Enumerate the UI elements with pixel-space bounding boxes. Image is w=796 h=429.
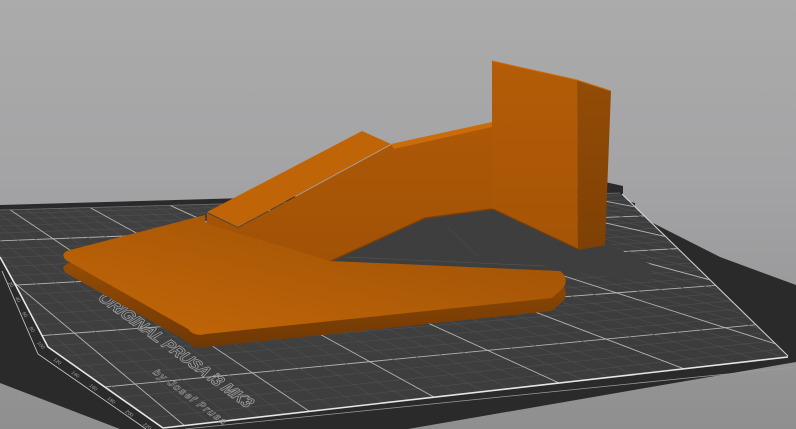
viewport-3d[interactable]: 20406080100120140160180200220 ORIGINAL P… [0,0,796,429]
scene-3d[interactable]: 20406080100120140160180200220 ORIGINAL P… [0,0,796,429]
